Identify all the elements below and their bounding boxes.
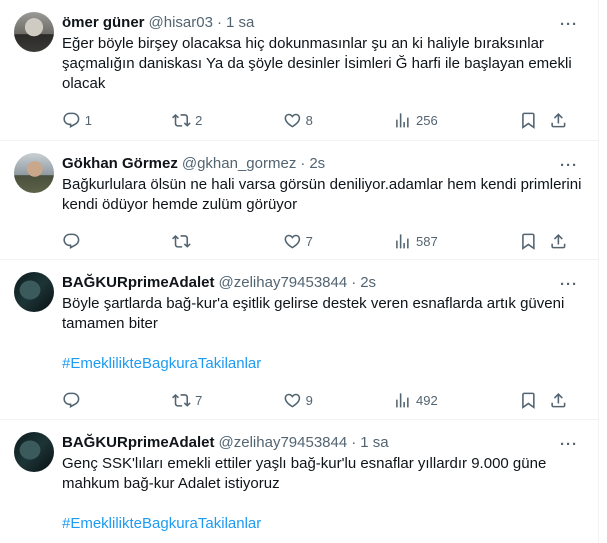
reply-count: 1 [84, 112, 92, 128]
right-actions [507, 391, 569, 410]
bookmark-button[interactable] [519, 391, 538, 410]
author-handle[interactable]: @hisar03 [149, 14, 213, 31]
tweet-header: Gökhan Görmez @gkhan_gormez · 2s [62, 153, 582, 173]
avatar[interactable] [14, 272, 54, 312]
avatar[interactable] [14, 12, 54, 52]
timestamp[interactable]: 1 sa [360, 434, 388, 451]
bookmark-button[interactable] [519, 111, 538, 130]
retweet-count: 2 [195, 112, 203, 128]
author-name[interactable]: Gökhan Görmez [62, 155, 178, 172]
author-name[interactable]: BAĞKURprimeAdalet [62, 434, 215, 451]
retweet-icon [172, 393, 192, 407]
share-button[interactable] [549, 111, 568, 130]
like-button[interactable]: 8 [283, 111, 393, 130]
author-name[interactable]: ömer güner [62, 14, 145, 31]
separator-dot: · [351, 433, 357, 451]
tweet-actions: 1 2 8 256 [62, 104, 582, 136]
retweet-icon [172, 113, 192, 127]
retweet-button[interactable] [172, 232, 282, 251]
share-button[interactable] [549, 232, 568, 251]
hashtag-link[interactable]: #EmeklilikteBagkuraTakilanlar [62, 514, 582, 534]
hashtag-link[interactable]: #EmeklilikteBagkuraTakilanlar [62, 354, 582, 374]
like-count: 7 [305, 233, 313, 249]
tweet-text: Eğer böyle birşey olacaksa hiç dokunması… [62, 35, 576, 92]
views-button[interactable]: 587 [393, 232, 506, 251]
reply-button[interactable] [62, 391, 172, 410]
avatar[interactable] [14, 432, 54, 472]
tweet-content: BAĞKURprimeAdalet @zelihay79453844 · 1 s… [62, 432, 582, 543]
author-handle[interactable]: @zelihay79453844 [219, 274, 348, 291]
separator-dot: · [216, 13, 222, 31]
like-count: 9 [305, 392, 313, 408]
views-chart-icon [396, 392, 409, 408]
reply-icon [63, 392, 80, 408]
more-button[interactable]: ··· [560, 436, 578, 453]
views-chart-icon [396, 112, 409, 128]
tweet[interactable]: Gökhan Görmez @gkhan_gormez · 2s Bağkurl… [0, 141, 598, 260]
tweet-content: BAĞKURprimeAdalet @zelihay79453844 · 2s … [62, 272, 582, 419]
heart-icon [284, 234, 301, 249]
bookmark-icon [521, 112, 535, 129]
views-count: 492 [416, 392, 438, 408]
views-count: 256 [416, 112, 438, 128]
like-count: 8 [305, 112, 313, 128]
tweet[interactable]: BAĞKURprimeAdalet @zelihay79453844 · 2s … [0, 260, 598, 420]
more-button[interactable]: ··· [560, 157, 578, 174]
retweet-button[interactable]: 7 [172, 391, 282, 410]
bookmark-button[interactable] [519, 232, 538, 251]
timeline-feed: ömer güner @hisar03 · 1 sa Eğer böyle bi… [0, 0, 599, 543]
author-handle[interactable]: @zelihay79453844 [219, 434, 348, 451]
heart-icon [284, 113, 301, 128]
right-actions [507, 111, 569, 130]
views-chart-icon [396, 233, 409, 249]
timestamp[interactable]: 1 sa [226, 14, 254, 31]
avatar[interactable] [14, 153, 54, 193]
more-button[interactable]: ··· [560, 16, 578, 33]
tweet-actions: 7 587 [62, 225, 582, 257]
reply-button[interactable] [62, 232, 172, 251]
share-icon [551, 392, 566, 408]
timestamp[interactable]: 2s [360, 274, 376, 291]
tweet-header: BAĞKURprimeAdalet @zelihay79453844 · 1 s… [62, 432, 582, 452]
views-count: 587 [416, 233, 438, 249]
more-button[interactable]: ··· [560, 276, 578, 293]
author-handle[interactable]: @gkhan_gormez [182, 155, 296, 172]
retweet-icon [172, 234, 192, 248]
retweet-count: 7 [195, 392, 203, 408]
right-actions [507, 232, 569, 251]
tweet-header: ömer güner @hisar03 · 1 sa [62, 12, 582, 32]
bookmark-icon [521, 392, 535, 409]
heart-icon [284, 393, 301, 408]
tweet-content: ömer güner @hisar03 · 1 sa Eğer böyle bi… [62, 12, 582, 140]
bookmark-icon [521, 233, 535, 250]
share-icon [551, 112, 566, 128]
separator-dot: · [300, 154, 306, 172]
tweet-text: Bağkurlulara ölsün ne hali varsa görsün … [62, 176, 586, 213]
views-button[interactable]: 256 [393, 111, 506, 130]
author-name[interactable]: BAĞKURprimeAdalet [62, 274, 215, 291]
reply-icon [63, 112, 80, 128]
tweet[interactable]: ömer güner @hisar03 · 1 sa Eğer böyle bi… [0, 0, 598, 141]
tweet-header: BAĞKURprimeAdalet @zelihay79453844 · 2s [62, 272, 582, 292]
timestamp[interactable]: 2s [309, 155, 325, 172]
retweet-button[interactable]: 2 [172, 111, 282, 130]
tweet-actions: 7 9 492 [62, 384, 582, 416]
tweet[interactable]: BAĞKURprimeAdalet @zelihay79453844 · 1 s… [0, 420, 598, 543]
share-button[interactable] [549, 391, 568, 410]
share-icon [551, 233, 566, 249]
like-button[interactable]: 7 [283, 232, 393, 251]
separator-dot: · [351, 273, 357, 291]
tweet-text: Genç SSK'lıları emekli ettiler yaşlı bağ… [62, 455, 551, 492]
like-button[interactable]: 9 [283, 391, 393, 410]
tweet-text: Böyle şartlarda bağ-kur'a eşitlik gelirs… [62, 295, 569, 332]
tweet-content: Gökhan Görmez @gkhan_gormez · 2s Bağkurl… [62, 153, 582, 259]
reply-icon [63, 233, 80, 249]
reply-button[interactable]: 1 [62, 111, 172, 130]
views-button[interactable]: 492 [393, 391, 506, 410]
